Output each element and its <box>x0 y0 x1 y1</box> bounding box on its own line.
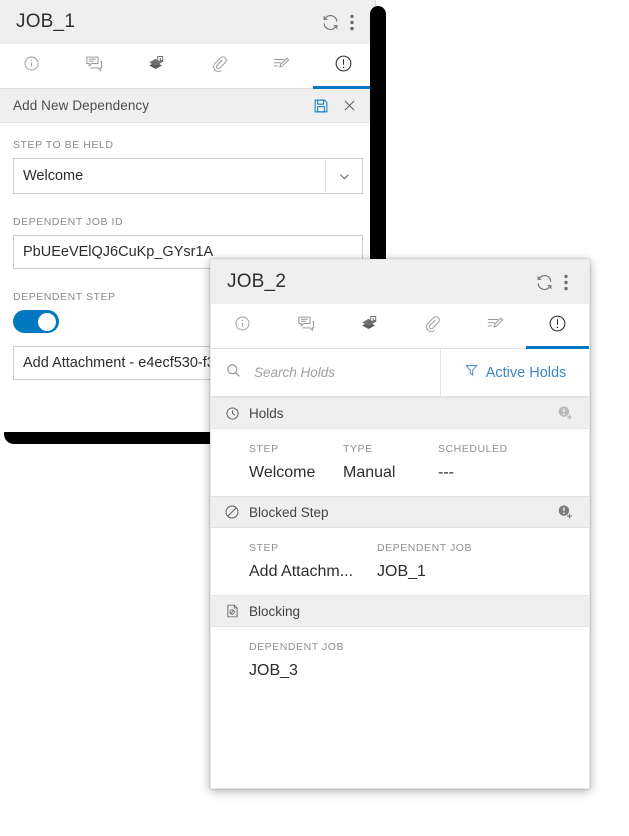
dependent-step-toggle[interactable] <box>13 310 59 333</box>
add-new-dependency-title: Add New Dependency <box>13 98 150 113</box>
add-hold-icon[interactable] <box>556 404 575 423</box>
section-header-blocking: Blocking <box>211 595 589 627</box>
column-header-dependent-job: DEPENDENT JOB <box>249 641 345 653</box>
job2-titlebar: JOB_2 <box>211 260 589 304</box>
paperclip-icon <box>210 54 228 78</box>
step-to-be-held-label: STEP TO BE HELD <box>13 139 114 151</box>
signature-icon <box>485 314 505 338</box>
cell-dependent-job: JOB_3 <box>249 662 298 679</box>
table-row[interactable]: Add Attachm... JOB_1 <box>249 563 589 581</box>
section-header-holds: Holds <box>211 397 589 429</box>
holds-searchbar: Search Holds Active Holds <box>211 349 589 397</box>
layers-icon <box>359 314 379 338</box>
tab-comments[interactable] <box>63 44 126 88</box>
cell-step: Welcome <box>249 464 316 481</box>
comments-icon <box>296 314 316 338</box>
toggle-knob <box>38 312 56 331</box>
blocking-table: DEPENDENT JOB JOB_3 <box>211 627 589 694</box>
column-header-step: STEP <box>249 443 279 455</box>
close-button[interactable] <box>335 93 363 119</box>
tab-information[interactable] <box>211 304 274 348</box>
save-button[interactable] <box>307 93 335 119</box>
refresh-icon[interactable] <box>531 269 557 295</box>
search-holds-field[interactable]: Search Holds <box>211 349 441 396</box>
section-title-holds: Holds <box>249 405 284 421</box>
tab-attachments[interactable] <box>400 304 463 348</box>
active-holds-filter-label: Active Holds <box>485 364 567 381</box>
column-header-dependent-job: DEPENDENT JOB <box>377 542 473 554</box>
exclamation-circle-icon <box>334 54 353 78</box>
cell-scheduled: --- <box>438 464 454 481</box>
column-header-step: STEP <box>249 542 279 554</box>
paperclip-icon <box>423 314 441 338</box>
tab-related[interactable] <box>125 44 188 88</box>
more-options-icon[interactable] <box>343 9 361 35</box>
job1-title: JOB_1 <box>16 11 76 32</box>
tab-notes[interactable] <box>250 44 313 88</box>
tab-related[interactable] <box>337 304 400 348</box>
search-holds-placeholder: Search Holds <box>254 365 336 380</box>
comments-icon <box>84 54 104 78</box>
active-holds-filter-button[interactable]: Active Holds <box>441 349 589 396</box>
tab-information[interactable] <box>0 44 63 88</box>
clock-icon <box>223 406 241 421</box>
section-title-blocked-step: Blocked Step <box>249 504 329 520</box>
section-header-blocked-step: Blocked Step <box>211 496 589 528</box>
table-header-row: DEPENDENT JOB <box>249 641 589 662</box>
table-row[interactable]: Welcome Manual --- <box>249 464 589 482</box>
circle-slash-icon <box>223 504 241 520</box>
tab-holds[interactable] <box>526 304 589 349</box>
chevron-down-icon[interactable] <box>325 159 362 193</box>
step-to-be-held-value: Welcome <box>23 168 84 184</box>
tab-holds[interactable] <box>312 44 376 89</box>
cell-type: Manual <box>343 464 396 481</box>
section-title-blocking: Blocking <box>249 603 301 619</box>
more-options-icon[interactable] <box>557 269 575 295</box>
job1-titlebar: JOB_1 <box>0 0 375 44</box>
column-header-scheduled: SCHEDULED <box>438 443 508 455</box>
blocked-step-table: STEP DEPENDENT JOB Add Attachm... JOB_1 <box>211 528 589 595</box>
info-icon <box>23 55 40 77</box>
layers-icon <box>146 54 166 78</box>
cell-step: Add Attachm... <box>249 563 354 580</box>
filter-icon <box>464 363 486 382</box>
job2-tabstrip <box>211 304 589 349</box>
job2-panel: JOB_2 Search Holds Active Holds Holds ST… <box>210 259 590 789</box>
column-header-type: TYPE <box>343 443 373 455</box>
info-icon <box>234 315 251 337</box>
table-header-row: STEP TYPE SCHEDULED <box>249 443 589 464</box>
step-to-be-held-select[interactable]: Welcome <box>13 158 363 194</box>
tab-notes[interactable] <box>463 304 526 348</box>
holds-table: STEP TYPE SCHEDULED Welcome Manual --- <box>211 429 589 496</box>
signature-icon <box>271 54 291 78</box>
cell-dependent-job: JOB_1 <box>377 563 426 580</box>
document-slash-icon <box>223 603 241 619</box>
add-blocked-step-icon[interactable] <box>556 503 575 522</box>
table-header-row: STEP DEPENDENT JOB <box>249 542 589 563</box>
job1-tabstrip <box>0 44 375 89</box>
refresh-icon[interactable] <box>317 9 343 35</box>
job2-title: JOB_2 <box>227 271 287 292</box>
dependent-job-id-label: DEPENDENT JOB ID <box>13 216 124 228</box>
search-icon <box>225 362 242 384</box>
add-new-dependency-bar: Add New Dependency <box>0 89 375 123</box>
tab-attachments[interactable] <box>188 44 251 88</box>
table-row[interactable]: JOB_3 <box>249 662 589 680</box>
exclamation-circle-icon <box>548 314 567 338</box>
tab-comments[interactable] <box>274 304 337 348</box>
